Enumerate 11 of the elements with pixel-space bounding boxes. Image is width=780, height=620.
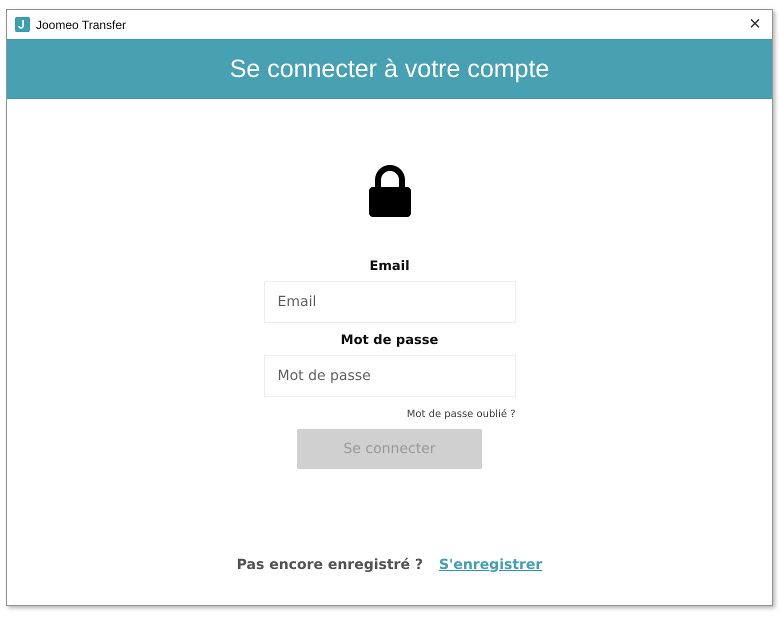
page-title: Se connecter à votre compte (230, 54, 550, 84)
app-icon (15, 17, 30, 32)
forgot-password-link[interactable]: Mot de passe oublié ? (406, 409, 516, 420)
input-field[interactable]: Email (264, 281, 516, 323)
close-button[interactable]: × (738, 10, 772, 38)
input-field[interactable]: Mot de passe (264, 355, 516, 397)
lock-icon (368, 165, 410, 217)
window-title: Joomeo Transfer (36, 18, 128, 32)
field-label: Mot de passe (340, 333, 438, 348)
register-prompt: Pas encore enregistré ? (236, 557, 423, 573)
field-label: Email (369, 259, 410, 274)
